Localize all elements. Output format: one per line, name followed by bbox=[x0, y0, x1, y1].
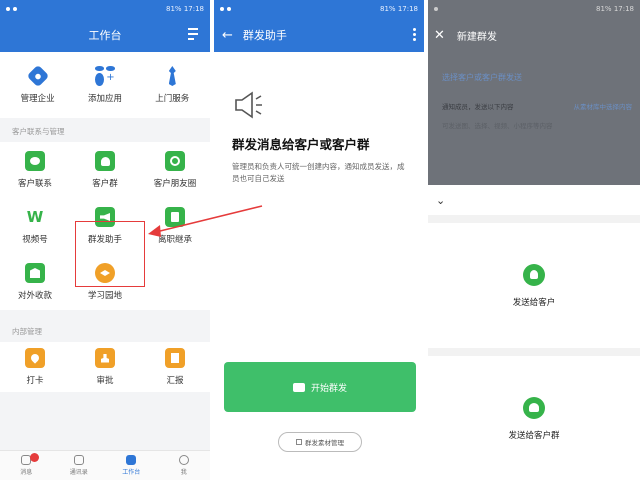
send-to-customers-option[interactable]: 发送给客户 bbox=[428, 223, 640, 348]
resignation-inheritance-item[interactable]: 离职继承 bbox=[140, 198, 210, 254]
intro-heading: 群发消息给客户或客户群 bbox=[232, 137, 370, 152]
video-channel-item[interactable]: W 视频号 bbox=[0, 198, 70, 254]
notification-badge bbox=[30, 453, 39, 462]
top-shortcuts: 管理企业 + 添加应用 上门服务 bbox=[0, 52, 210, 118]
person-icon bbox=[523, 263, 545, 286]
tab-messages[interactable]: 消息 bbox=[0, 451, 53, 480]
notify-label: 通知成员，发送以下内容 bbox=[442, 103, 514, 111]
send-to-customer-groups-option[interactable]: 发送给客户群 bbox=[428, 356, 640, 480]
status-bar: 81% 17:18 bbox=[428, 0, 640, 18]
apps-add-icon: + bbox=[94, 66, 115, 86]
customer-contact-item[interactable]: 客户联系 bbox=[0, 142, 70, 198]
stamp-icon bbox=[95, 348, 115, 368]
folder-icon bbox=[296, 439, 302, 445]
status-time: 17:18 bbox=[183, 5, 204, 13]
tab-workbench[interactable]: 工作台 bbox=[105, 451, 158, 480]
workbench-screen: 81% 17:18 工作台 管理企业 + 添加应用 上门服务 客户联系与管理 客… bbox=[0, 0, 210, 480]
page-title: 新建群发 bbox=[456, 31, 497, 43]
internal-apps-grid: 打卡 审批 汇报 bbox=[0, 342, 210, 392]
customer-group-item[interactable]: 客户群 bbox=[70, 142, 140, 198]
new-mass-message-header: ✕ 新建群发 bbox=[428, 18, 640, 52]
material-management-button[interactable]: 群发素材管理 bbox=[278, 432, 362, 452]
document-icon bbox=[165, 207, 185, 227]
speaker-icon bbox=[232, 90, 424, 120]
collapse-chevron-icon[interactable]: ⌄ bbox=[428, 185, 640, 215]
customer-moments-item[interactable]: 客户朋友圈 bbox=[140, 142, 210, 198]
location-pin-icon bbox=[25, 348, 45, 368]
external-payment-item[interactable]: 对外收款 bbox=[0, 254, 70, 310]
manage-company-item[interactable]: 管理企业 bbox=[6, 64, 70, 108]
report-item[interactable]: 汇报 bbox=[140, 348, 210, 392]
add-app-item[interactable]: + 添加应用 bbox=[73, 66, 137, 108]
close-icon[interactable]: ✕ bbox=[434, 28, 445, 43]
video-channel-icon: W bbox=[26, 208, 44, 226]
contacts-icon bbox=[73, 455, 84, 465]
mass-message-screen: 81% 17:18 ← 群发助手 群发消息给客户或客户群 管理员和负责人可统一创… bbox=[214, 0, 424, 480]
tab-me[interactable]: 我 bbox=[158, 451, 211, 480]
chat-icon bbox=[25, 151, 45, 171]
workbench-header: 工作台 bbox=[0, 18, 210, 52]
material-library-link[interactable]: 从素材库中选择内容 bbox=[574, 101, 633, 111]
onsite-service-item[interactable]: 上门服务 bbox=[140, 66, 204, 108]
status-time: 17:18 bbox=[613, 5, 634, 13]
moments-icon bbox=[165, 151, 185, 171]
group-icon bbox=[523, 396, 545, 419]
checkin-item[interactable]: 打卡 bbox=[0, 348, 70, 392]
status-bar: 81% 17:18 bbox=[0, 0, 210, 18]
start-mass-message-button[interactable]: 开始群发 bbox=[224, 362, 416, 412]
status-bar: 81% 17:18 bbox=[214, 0, 424, 18]
select-recipients-link[interactable]: 选择客户或客户群发送 bbox=[428, 52, 640, 92]
page-title: 工作台 bbox=[88, 29, 122, 42]
building-icon bbox=[26, 64, 49, 88]
menu-icon[interactable] bbox=[188, 28, 200, 40]
page-title: 群发助手 bbox=[242, 29, 287, 42]
status-time: 17:18 bbox=[397, 5, 418, 13]
workbench-icon bbox=[126, 455, 137, 465]
battery-level: 81% bbox=[166, 5, 182, 13]
section-internal-label: 内部管理 bbox=[0, 318, 210, 342]
bottom-tab-bar: 消息 通讯录 工作台 我 bbox=[0, 450, 210, 480]
dimmed-form-area: 81% 17:18 ✕ 新建群发 选择客户或客户群发送 通知成员，发送以下内容 … bbox=[428, 0, 640, 185]
group-icon bbox=[95, 151, 115, 171]
more-options-icon[interactable] bbox=[413, 28, 416, 43]
new-mass-message-screen: 81% 17:18 ✕ 新建群发 选择客户或客户群发送 通知成员，发送以下内容 … bbox=[428, 0, 640, 480]
chat-bubble-icon bbox=[292, 382, 305, 392]
back-arrow-icon[interactable]: ← bbox=[222, 28, 233, 43]
tie-icon bbox=[162, 66, 182, 86]
report-icon bbox=[165, 348, 185, 368]
section-customer-label: 客户联系与管理 bbox=[0, 118, 210, 142]
profile-icon bbox=[178, 455, 189, 465]
mass-message-header: ← 群发助手 bbox=[214, 18, 424, 52]
notify-row: 通知成员，发送以下内容 从素材库中选择内容 bbox=[428, 92, 640, 120]
content-hint: 可发送图、选择、视频、小程序等内容 bbox=[442, 122, 553, 130]
intro-description: 管理员和负责人可统一创建内容，通知成员发送，成员也可自己发送 bbox=[232, 162, 405, 183]
approval-item[interactable]: 审批 bbox=[70, 348, 140, 392]
payment-icon bbox=[25, 263, 45, 283]
highlight-box bbox=[75, 221, 145, 287]
tab-contacts[interactable]: 通讯录 bbox=[53, 451, 106, 480]
